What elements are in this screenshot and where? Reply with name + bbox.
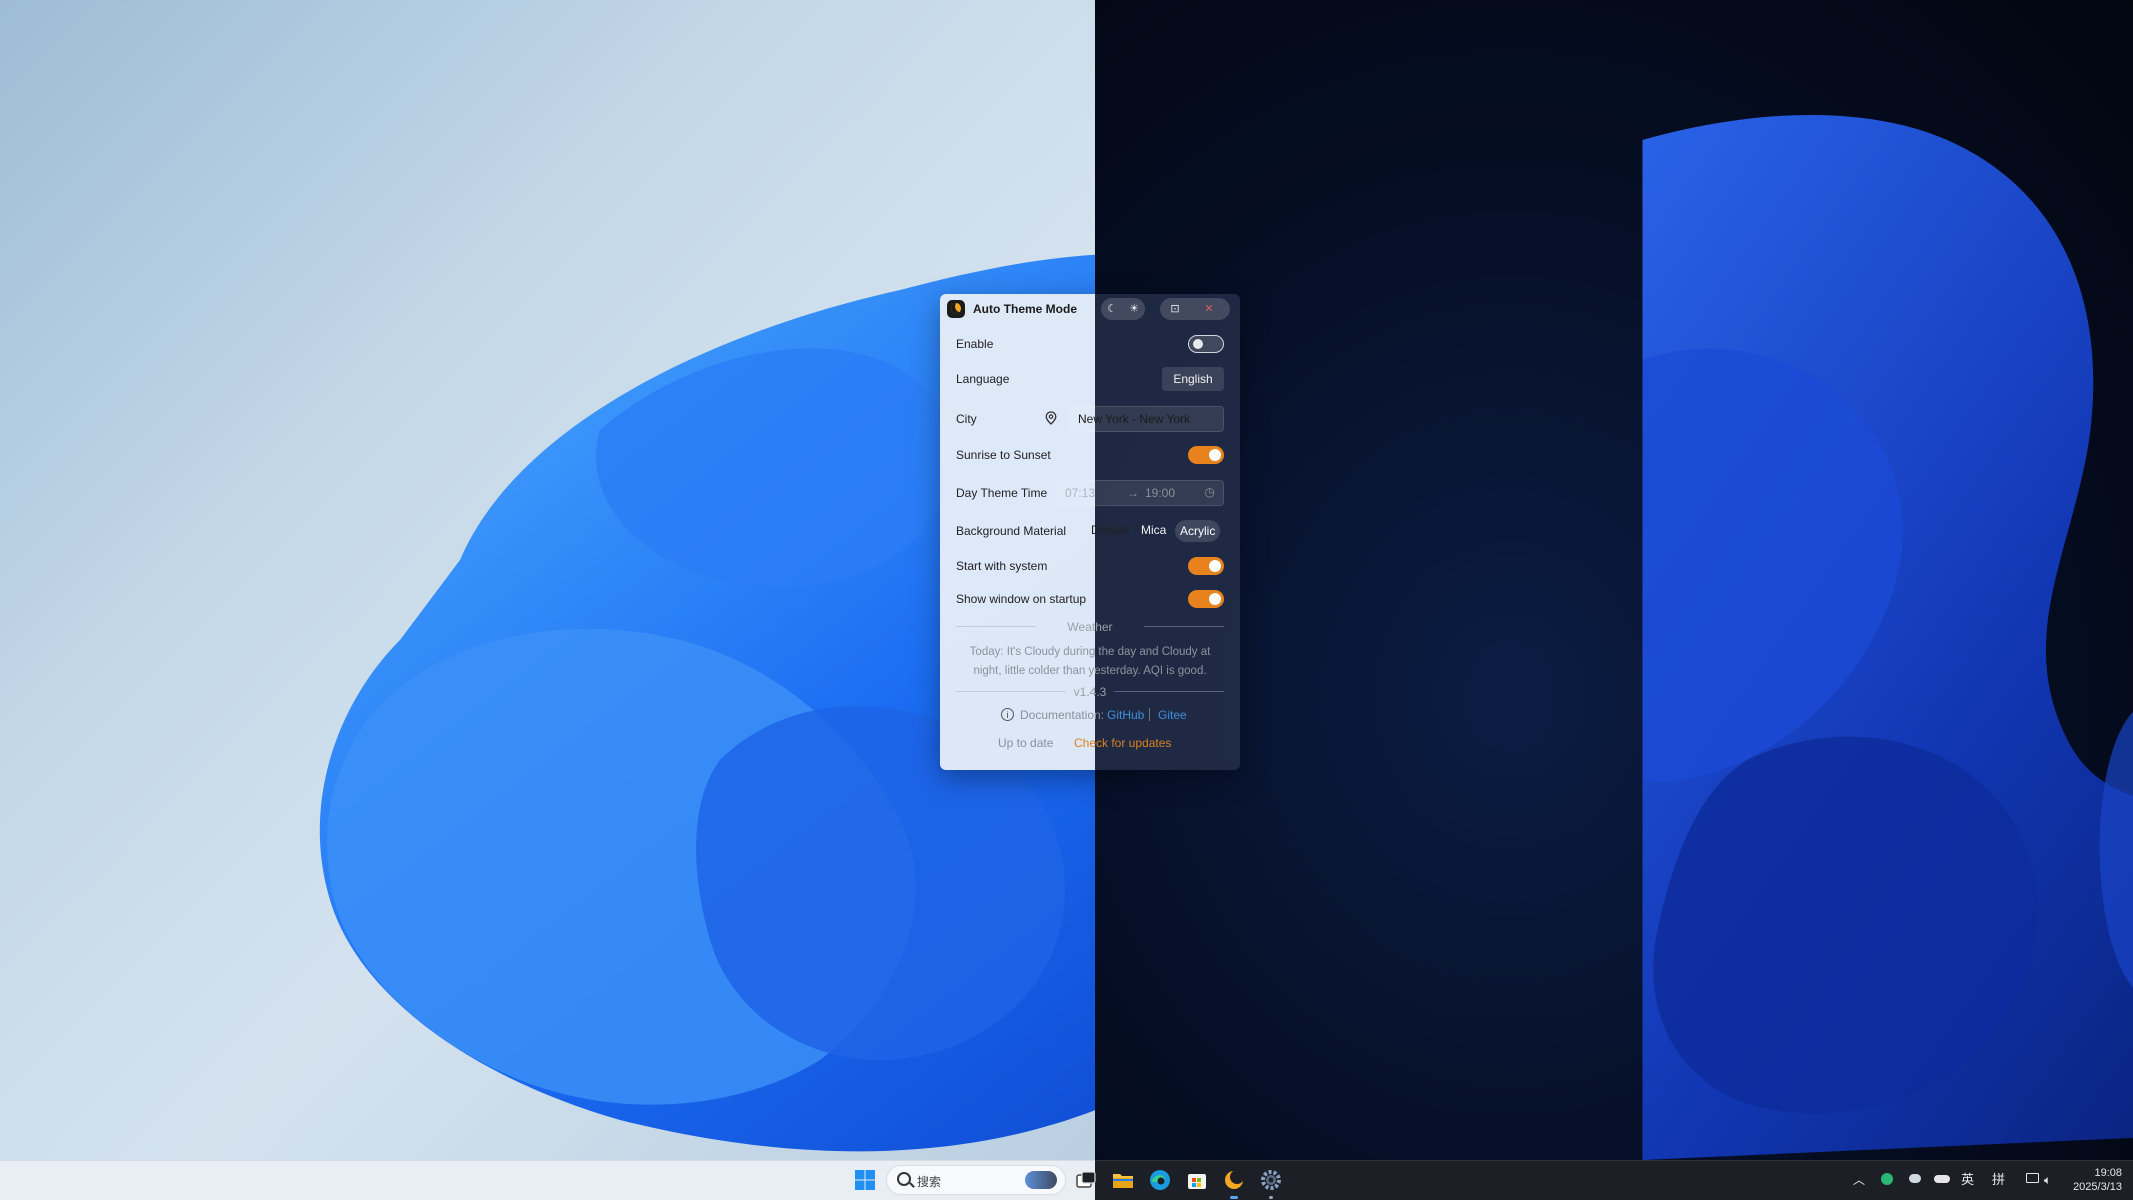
start-button[interactable] — [852, 1167, 878, 1193]
pin-icon[interactable]: ⊡ — [1164, 298, 1186, 320]
show-window-row: Show window on startup — [940, 586, 1240, 612]
startup-label: Start with system — [956, 559, 1048, 573]
running-indicator — [1269, 1196, 1273, 1199]
search-icon — [897, 1172, 911, 1186]
version-text: v1.4.3 — [1073, 685, 1107, 699]
clock-icon: ◷ — [1204, 485, 1215, 499]
auto-theme-window[interactable]: Auto Theme Mode ☾ ☀ ⊡ ✕ Enable Language … — [940, 294, 1240, 770]
material-label: Background Material — [956, 524, 1067, 538]
moon-icon[interactable]: ☾ — [1101, 298, 1123, 320]
store-button[interactable] — [1184, 1167, 1210, 1193]
docs-separator — [1149, 708, 1150, 721]
taskbar-search[interactable]: 搜索 — [886, 1165, 1066, 1195]
day-theme-label: Day Theme Time — [956, 486, 1048, 500]
edge-icon — [1150, 1170, 1170, 1190]
wallpaper-light-half — [0, 0, 1095, 1160]
material-option-mica[interactable]: Mica — [1141, 523, 1166, 537]
show-window-toggle[interactable] — [1188, 590, 1224, 608]
folder-icon — [1113, 1174, 1133, 1188]
theme-switch-group: ☾ ☀ — [1101, 298, 1145, 320]
close-icon[interactable]: ✕ — [1198, 298, 1220, 320]
enable-label: Enable — [956, 337, 994, 351]
ime-language-indicator[interactable]: 英 — [1961, 1160, 1977, 1200]
task-view-button[interactable] — [1073, 1167, 1099, 1193]
docs-label: Documentation: — [1020, 708, 1105, 722]
city-label: City — [956, 412, 977, 426]
network-icon[interactable] — [2024, 1160, 2042, 1200]
update-row: Up to date Check for updates — [940, 736, 1240, 756]
enable-toggle[interactable] — [1188, 335, 1224, 353]
material-option-default[interactable]: Default — [1091, 523, 1129, 537]
ime-mode-indicator[interactable]: 拼 — [1992, 1160, 2008, 1200]
day-start-time: 07:13 — [1065, 486, 1096, 500]
auto-theme-taskbar-button[interactable] — [1221, 1167, 1247, 1199]
settings-taskbar-button[interactable] — [1258, 1167, 1284, 1199]
file-explorer-button[interactable] — [1110, 1167, 1136, 1193]
github-link[interactable]: GitHub — [1107, 708, 1144, 722]
weather-line-2: night, little colder than yesterday. AQI… — [973, 665, 1207, 677]
material-row: Background Material Default Mica Acrylic — [940, 518, 1240, 544]
city-input[interactable]: New York - New York — [1069, 406, 1224, 432]
weather-heading: Weather — [1067, 620, 1113, 634]
language-label: Language — [956, 372, 1010, 386]
wallpaper-dark-half — [1095, 0, 2133, 1160]
task-view-icon — [1076, 1171, 1096, 1188]
search-highlight-icon — [1025, 1171, 1057, 1189]
sunrise-toggle[interactable] — [1188, 446, 1224, 464]
location-pin-icon[interactable] — [1045, 411, 1057, 425]
gitee-link[interactable]: Gitee — [1158, 708, 1187, 722]
bloom-shape-light — [319, 254, 1095, 1152]
weather-text: Today: It's Cloudy during the day and Cl… — [940, 643, 1240, 681]
app-title: Auto Theme Mode — [973, 302, 1077, 316]
tray-overflow-chevron-icon[interactable]: ︿ — [1852, 1160, 1866, 1200]
window-controls-group: ⊡ ✕ — [1160, 298, 1230, 320]
clock-date: 2025/3/13 — [2073, 1181, 2122, 1193]
material-option-acrylic[interactable]: Acrylic — [1175, 520, 1221, 542]
day-theme-range[interactable]: 07:13 → 19:00 ◷ — [1056, 480, 1224, 506]
clock-time: 19:08 — [2094, 1167, 2122, 1179]
search-placeholder: 搜索 — [917, 1175, 942, 1189]
app-logo-icon — [947, 300, 965, 318]
info-icon: i — [1001, 708, 1014, 721]
startup-row: Start with system — [940, 553, 1240, 579]
edge-browser-button[interactable] — [1147, 1167, 1173, 1193]
city-value-light: New York - New York — [1078, 412, 1191, 426]
sunrise-label: Sunrise to Sunset — [956, 448, 1051, 462]
city-row: City New York - New York — [940, 404, 1240, 434]
language-select[interactable]: English — [1162, 367, 1224, 391]
update-status: Up to date — [998, 736, 1054, 750]
title-bar[interactable]: Auto Theme Mode ☾ ☀ ⊡ ✕ — [940, 294, 1240, 324]
material-segmented-control: Default Mica Acrylic — [1091, 520, 1224, 542]
tray-weather-icon[interactable] — [1907, 1160, 1923, 1200]
taskbar: 搜索 ︿ 英 拼 🔈︎ 19:08 2025/3/13 — [0, 1160, 2133, 1200]
windows-logo-icon — [855, 1170, 875, 1190]
check-updates-link[interactable]: Check for updates — [1074, 736, 1171, 750]
system-clock[interactable]: 19:08 2025/3/13 — [2068, 1160, 2122, 1200]
range-arrow: → — [1127, 486, 1139, 500]
language-row: Language English — [940, 364, 1240, 394]
tray-app-icon[interactable] — [1880, 1160, 1894, 1200]
day-end-time: 19:00 — [1145, 486, 1176, 500]
onedrive-icon[interactable] — [1933, 1160, 1951, 1200]
taskbar-dark-half — [1095, 1160, 2133, 1200]
docs-row: i Documentation: GitHub Gitee — [940, 708, 1240, 728]
startup-toggle[interactable] — [1188, 557, 1224, 575]
weather-line-1: Today: It's Cloudy during the day and Cl… — [969, 646, 1211, 658]
day-theme-row: Day Theme Time 07:13 → 19:00 ◷ — [940, 478, 1240, 508]
sunrise-row: Sunrise to Sunset — [940, 442, 1240, 468]
gear-icon — [1261, 1170, 1281, 1190]
show-window-label: Show window on startup — [956, 592, 1087, 606]
store-icon — [1188, 1174, 1206, 1189]
enable-row: Enable — [940, 332, 1240, 356]
active-indicator — [1230, 1196, 1238, 1199]
bloom-shape-dark — [1642, 115, 2133, 1160]
sun-icon[interactable]: ☀ — [1123, 298, 1145, 320]
auto-theme-app-icon — [1225, 1170, 1244, 1189]
volume-icon[interactable]: 🔈︎ — [2044, 1160, 2060, 1200]
